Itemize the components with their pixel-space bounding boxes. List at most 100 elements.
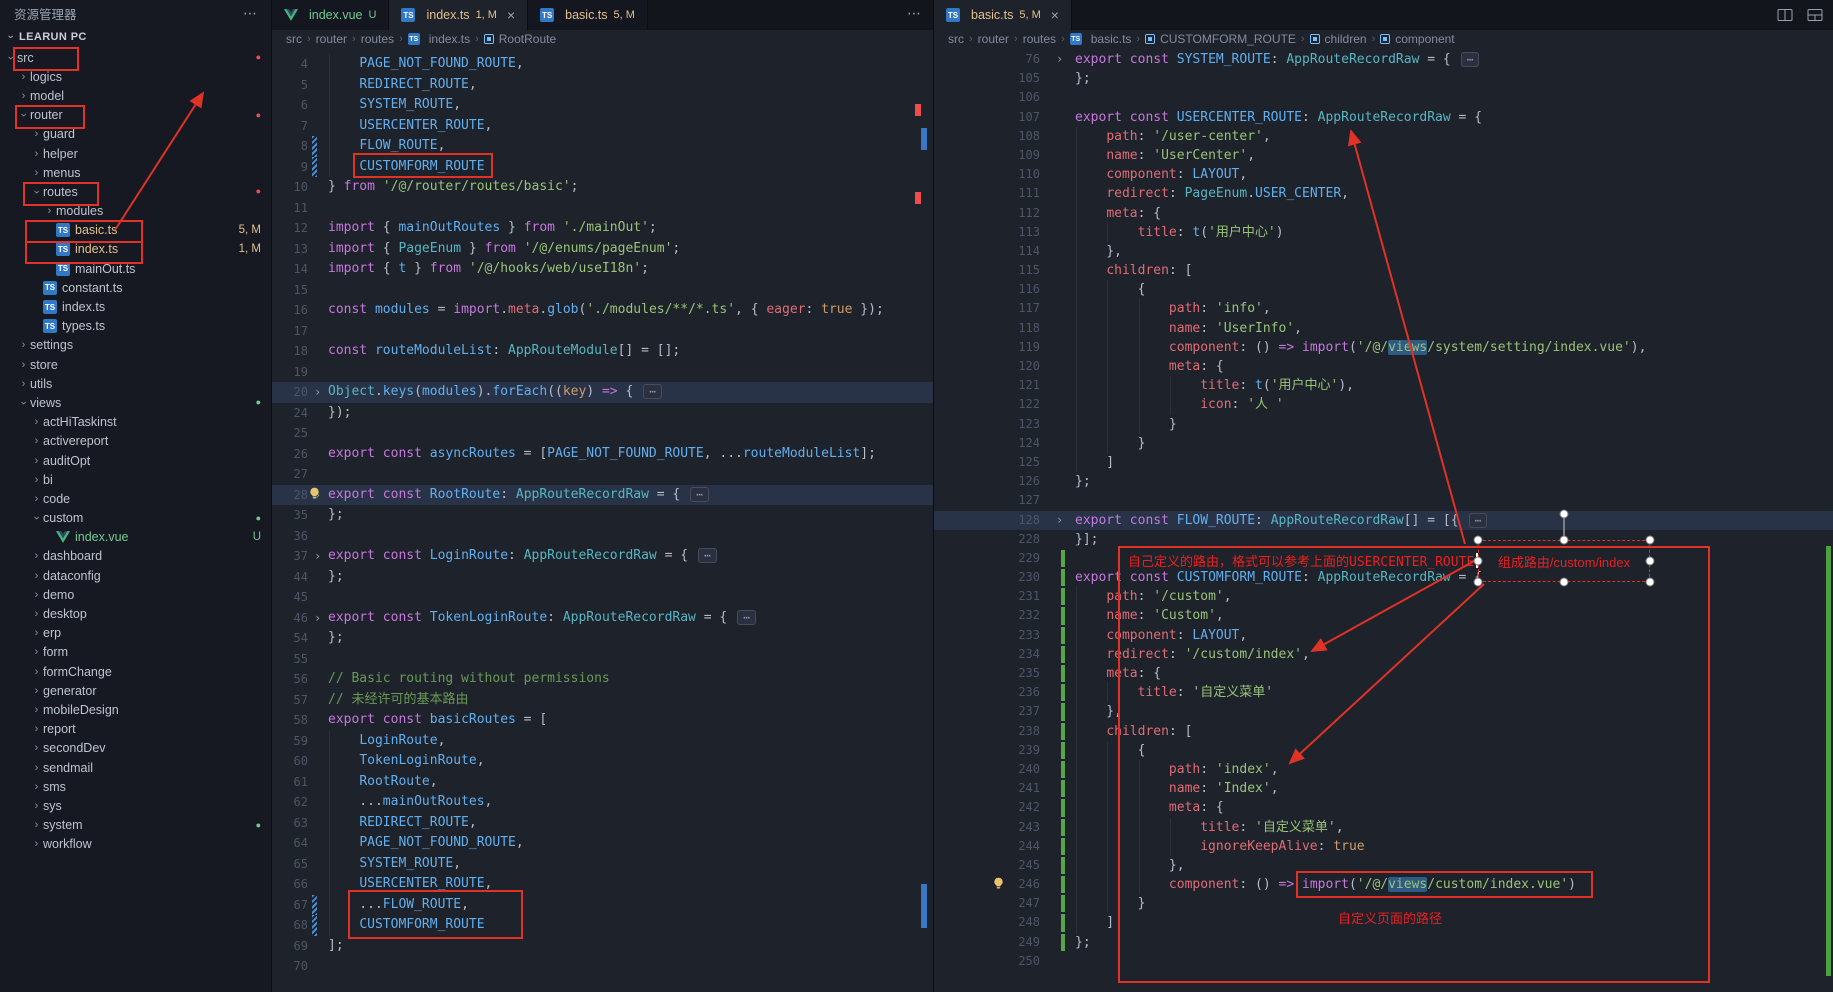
line-number[interactable]: 69 bbox=[272, 936, 308, 957]
breadcrumb-item-component[interactable]: component bbox=[1395, 32, 1454, 46]
tree-item-secondDev[interactable]: ›secondDev bbox=[0, 739, 271, 758]
code-line-35[interactable]: 35}; bbox=[272, 505, 933, 526]
line-number[interactable]: 56 bbox=[272, 669, 308, 690]
line-number[interactable]: 16 bbox=[272, 300, 308, 321]
line-number[interactable]: 113 bbox=[934, 223, 1040, 242]
tree-item-activereport[interactable]: ›activereport bbox=[0, 432, 271, 451]
line-number[interactable]: 233 bbox=[934, 626, 1040, 645]
line-number[interactable]: 8 bbox=[272, 136, 308, 157]
code-line-112[interactable]: 112 meta: { bbox=[934, 204, 1833, 223]
tree-item-types.ts[interactable]: TStypes.ts bbox=[0, 317, 271, 336]
tree-item-constant.ts[interactable]: TSconstant.ts bbox=[0, 278, 271, 297]
line-number[interactable]: 238 bbox=[934, 722, 1040, 741]
code-line-17[interactable]: 17 bbox=[272, 321, 933, 342]
tree-item-basic.ts[interactable]: TSbasic.ts5, M bbox=[0, 221, 271, 240]
explorer-more-actions-icon[interactable]: ⋯ bbox=[243, 5, 257, 22]
code-line-235[interactable]: 235 meta: { bbox=[934, 664, 1833, 683]
breadcrumb-item-CUSTOMFORM_ROUTE[interactable]: CUSTOMFORM_ROUTE bbox=[1160, 32, 1296, 46]
line-number[interactable]: 232 bbox=[934, 606, 1040, 625]
line-number[interactable]: 115 bbox=[934, 261, 1040, 280]
line-number[interactable]: 239 bbox=[934, 741, 1040, 760]
line-number[interactable]: 5 bbox=[272, 75, 308, 96]
tree-item-form[interactable]: ›form bbox=[0, 643, 271, 662]
tree-item-system[interactable]: ›system● bbox=[0, 816, 271, 835]
code-line-246[interactable]: 246 component: () => import('/@/views/cu… bbox=[934, 875, 1833, 894]
annotation-textbox-route-compose[interactable]: 组成路由/custom/index bbox=[1478, 540, 1650, 582]
tree-item-modules[interactable]: ›modules bbox=[0, 202, 271, 221]
lightbulb-icon[interactable] bbox=[308, 487, 321, 508]
code-line-44[interactable]: 44}; bbox=[272, 567, 933, 588]
code-line-109[interactable]: 109 name: 'UserCenter', bbox=[934, 146, 1833, 165]
line-number[interactable]: 120 bbox=[934, 357, 1040, 376]
line-number[interactable]: 237 bbox=[934, 702, 1040, 721]
code-line-110[interactable]: 110 component: LAYOUT, bbox=[934, 165, 1833, 184]
tree-item-index.vue[interactable]: index.vueU bbox=[0, 528, 271, 547]
code-line-233[interactable]: 233 component: LAYOUT, bbox=[934, 626, 1833, 645]
tree-item-index.ts[interactable]: TSindex.ts bbox=[0, 297, 271, 316]
line-number[interactable]: 229 bbox=[934, 549, 1040, 568]
code-line-127[interactable]: 127 bbox=[934, 491, 1833, 510]
code-line-15[interactable]: 15 bbox=[272, 280, 933, 301]
code-line-58[interactable]: 58export const basicRoutes = [ bbox=[272, 710, 933, 731]
code-line-19[interactable]: 19 bbox=[272, 362, 933, 383]
code-line-69[interactable]: 69]; bbox=[272, 936, 933, 957]
line-number[interactable]: 14 bbox=[272, 259, 308, 280]
code-line-111[interactable]: 111 redirect: PageEnum.USER_CENTER, bbox=[934, 184, 1833, 203]
line-number[interactable]: 67 bbox=[272, 895, 308, 916]
code-line-60[interactable]: 60 TokenLoginRoute, bbox=[272, 751, 933, 772]
tree-item-code[interactable]: ›code bbox=[0, 489, 271, 508]
tree-item-settings[interactable]: ›settings bbox=[0, 336, 271, 355]
code-line-36[interactable]: 36 bbox=[272, 526, 933, 547]
folded-ellipsis[interactable]: ⋯ bbox=[737, 610, 756, 625]
line-number[interactable]: 116 bbox=[934, 280, 1040, 299]
code-line-28[interactable]: 28›export const RootRoute: AppRouteRecor… bbox=[272, 485, 933, 506]
tree-item-src[interactable]: ›src● bbox=[0, 48, 271, 67]
line-number[interactable]: 124 bbox=[934, 434, 1040, 453]
line-number[interactable]: 110 bbox=[934, 165, 1040, 184]
line-number[interactable]: 236 bbox=[934, 683, 1040, 702]
code-line-16[interactable]: 16const modules = import.meta.glob('./mo… bbox=[272, 300, 933, 321]
line-number[interactable]: 244 bbox=[934, 837, 1040, 856]
line-number[interactable]: 20 bbox=[272, 382, 308, 403]
breadcrumb-item-RootRoute[interactable]: RootRoute bbox=[499, 32, 556, 46]
code-line-241[interactable]: 241 name: 'Index', bbox=[934, 779, 1833, 798]
line-number[interactable]: 122 bbox=[934, 395, 1040, 414]
code-line-65[interactable]: 65 SYSTEM_ROUTE, bbox=[272, 854, 933, 875]
tree-item-routes[interactable]: ›routes● bbox=[0, 182, 271, 201]
tree-item-formChange[interactable]: ›formChange bbox=[0, 662, 271, 681]
tree-item-dashboard[interactable]: ›dashboard bbox=[0, 547, 271, 566]
line-number[interactable]: 245 bbox=[934, 856, 1040, 875]
line-number[interactable]: 228 bbox=[934, 530, 1040, 549]
code-line-124[interactable]: 124 } bbox=[934, 434, 1833, 453]
editor-more-actions-icon[interactable]: ⋯ bbox=[907, 5, 921, 22]
line-number[interactable]: 247 bbox=[934, 894, 1040, 913]
line-number[interactable]: 234 bbox=[934, 645, 1040, 664]
code-line-62[interactable]: 62 ...mainOutRoutes, bbox=[272, 792, 933, 813]
tree-item-mainOut.ts[interactable]: TSmainOut.ts bbox=[0, 259, 271, 278]
line-number[interactable]: 7 bbox=[272, 116, 308, 137]
code-line-63[interactable]: 63 REDIRECT_ROUTE, bbox=[272, 813, 933, 834]
line-number[interactable]: 54 bbox=[272, 628, 308, 649]
line-number[interactable]: 28 bbox=[272, 485, 308, 506]
line-number[interactable]: 118 bbox=[934, 319, 1040, 338]
tree-item-dataconfig[interactable]: ›dataconfig bbox=[0, 566, 271, 585]
code-line-128[interactable]: 128›export const FLOW_ROUTE: AppRouteRec… bbox=[934, 511, 1833, 530]
line-number[interactable]: 60 bbox=[272, 751, 308, 772]
line-number[interactable]: 111 bbox=[934, 184, 1040, 203]
split-editor-icon[interactable] bbox=[1777, 7, 1793, 23]
line-number[interactable]: 35 bbox=[272, 505, 308, 526]
line-number[interactable]: 10 bbox=[272, 177, 308, 198]
line-number[interactable]: 246 bbox=[934, 875, 1040, 894]
line-number[interactable]: 240 bbox=[934, 760, 1040, 779]
code-line-5[interactable]: 5 REDIRECT_ROUTE, bbox=[272, 75, 933, 96]
code-line-105[interactable]: 105}; bbox=[934, 69, 1833, 88]
line-number[interactable]: 76 bbox=[934, 50, 1040, 69]
line-number[interactable]: 37 bbox=[272, 546, 308, 567]
line-number[interactable]: 242 bbox=[934, 798, 1040, 817]
folded-ellipsis[interactable]: ⋯ bbox=[690, 487, 709, 502]
code-line-114[interactable]: 114 }, bbox=[934, 242, 1833, 261]
code-line-107[interactable]: 107export const USERCENTER_ROUTE: AppRou… bbox=[934, 108, 1833, 127]
line-number[interactable]: 112 bbox=[934, 204, 1040, 223]
code-line-12[interactable]: 12import { mainOutRoutes } from './mainO… bbox=[272, 218, 933, 239]
tab-basic.ts[interactable]: TSbasic.ts5, M bbox=[528, 0, 648, 30]
